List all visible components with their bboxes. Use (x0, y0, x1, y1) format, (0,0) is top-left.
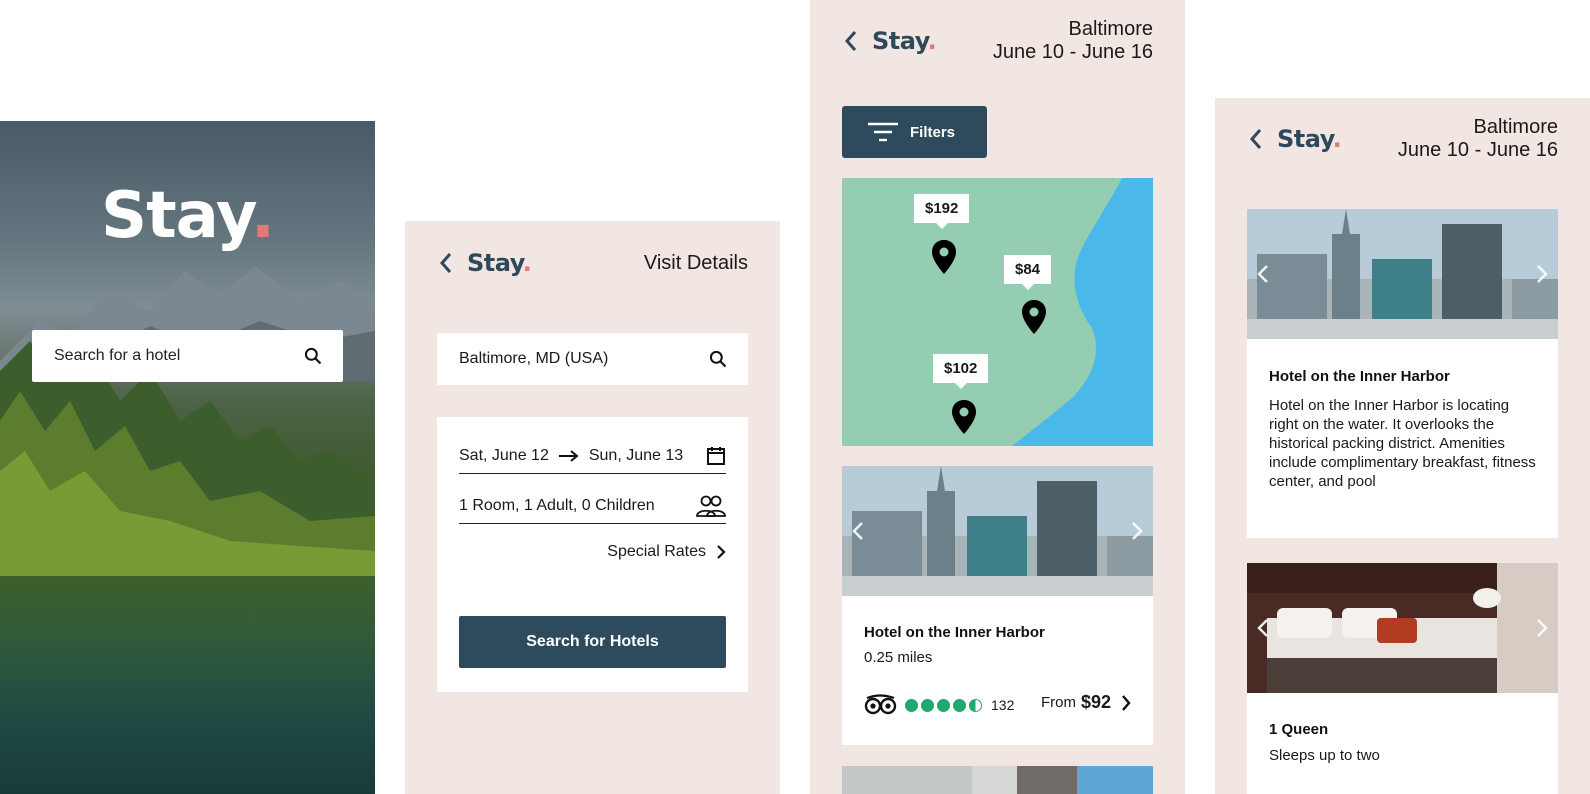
header: Stay. Baltimore June 10 - June 16 (840, 16, 1153, 66)
hotel-photo (1247, 209, 1558, 339)
start-date: Sat, June 12 (459, 447, 549, 464)
from-label: From (1040, 694, 1076, 711)
tripadvisor-owl-icon (864, 694, 897, 715)
back-icon[interactable] (435, 252, 457, 274)
hotel-photo (842, 766, 1153, 794)
people-icon[interactable] (696, 495, 726, 517)
back-icon[interactable] (840, 30, 862, 52)
hotel-detail-screen: Stay. Baltimore June 10 - June 16 Hotel … (1215, 98, 1590, 794)
room-card[interactable]: 1 Queen Sleeps up to two (1247, 563, 1558, 794)
map-pin-icon[interactable] (931, 240, 957, 274)
hotel-map[interactable]: $192 $84 $102 (842, 178, 1153, 446)
hotel-price: $92 (1080, 692, 1111, 712)
chevron-right-icon (1122, 694, 1131, 711)
app-logo: Stay. (872, 27, 937, 55)
header: Stay. Visit Details (435, 243, 748, 283)
hotel-result-card[interactable]: Hotel on the Inner Harbor 0.25 miles 132… (842, 466, 1153, 745)
hotel-rating: 132 (864, 694, 1014, 716)
page-title: Visit Details (643, 251, 748, 274)
arrow-right-icon (558, 450, 579, 462)
filters-button[interactable]: Filters (842, 106, 987, 158)
map-pin-icon[interactable] (951, 400, 977, 434)
hotel-search-input[interactable]: Search for a hotel (32, 330, 343, 382)
rating-dot-icon (937, 698, 950, 712)
trip-summary: Baltimore June 10 - June 16 (993, 18, 1153, 64)
back-icon[interactable] (1245, 128, 1267, 150)
date-range: June 10 - June 16 (992, 41, 1153, 63)
hotel-description: Hotel on the Inner Harbor is locating ri… (1269, 397, 1536, 490)
search-hotels-button[interactable]: Search for Hotels (459, 616, 726, 668)
visit-details-screen: Stay. Visit Details Baltimore, MD (USA) … (405, 221, 780, 794)
app-logo: Stay. (100, 179, 275, 253)
chevron-right-icon[interactable] (1530, 263, 1552, 285)
guests-field[interactable]: 1 Room, 1 Adult, 0 Children (459, 489, 726, 524)
hotel-name: Hotel on the Inner Harbor (864, 624, 1045, 641)
special-rates-link[interactable]: Special Rates (607, 543, 726, 561)
chevron-left-icon[interactable] (1253, 617, 1275, 639)
filter-icon (868, 122, 898, 142)
map-pin-icon[interactable] (1021, 300, 1047, 334)
hotel-distance: 0.25 miles (864, 649, 933, 666)
special-rates-label: Special Rates (607, 543, 706, 560)
location-search-input[interactable]: Baltimore, MD (USA) (437, 333, 748, 385)
hotel-name: Hotel on the Inner Harbor (1269, 368, 1450, 385)
chevron-right-icon (717, 545, 726, 559)
search-icon[interactable] (303, 346, 323, 366)
trip-summary: Baltimore June 10 - June 16 (1398, 116, 1558, 162)
app-logo: Stay. (467, 249, 532, 277)
chevron-right-icon[interactable] (1530, 617, 1552, 639)
city: Baltimore (1473, 116, 1558, 138)
room-capacity: Sleeps up to two (1269, 747, 1380, 764)
hotel-info-card: Hotel on the Inner Harbor Hotel on the I… (1247, 209, 1558, 538)
price-link[interactable]: From $92 (1041, 692, 1131, 713)
next-hotel-card[interactable] (842, 766, 1153, 794)
landing-screen: Stay. Search for a hotel (0, 121, 375, 794)
map-price-tag[interactable]: $102 (933, 354, 989, 389)
calendar-icon[interactable] (706, 446, 726, 466)
rating-dot-icon (905, 698, 918, 712)
results-screen: Stay. Baltimore June 10 - June 16 Filter… (810, 0, 1185, 794)
city: Baltimore (1068, 18, 1153, 40)
search-placeholder: Search for a hotel (54, 347, 181, 364)
review-count: 132 (991, 697, 1015, 713)
chevron-left-icon[interactable] (1253, 263, 1275, 285)
booking-form: Sat, June 12 Sun, June 13 1 Room, 1 Adul… (437, 417, 748, 692)
date-range-field[interactable]: Sat, June 12 Sun, June 13 (459, 439, 726, 474)
search-icon[interactable] (708, 349, 728, 369)
room-photo (1247, 563, 1558, 693)
app-logo: Stay. (1277, 125, 1342, 153)
map-price-tag[interactable]: $84 (1004, 255, 1052, 290)
chevron-right-icon[interactable] (1125, 520, 1147, 542)
room-name: 1 Queen (1269, 721, 1329, 738)
guests-value: 1 Room, 1 Adult, 0 Children (459, 497, 655, 514)
rating-dot-icon (953, 698, 966, 712)
filters-label: Filters (910, 123, 956, 141)
rating-half-dot-icon (969, 698, 982, 712)
chevron-left-icon[interactable] (848, 520, 870, 542)
lake-image (0, 576, 375, 794)
hotel-photo (842, 466, 1153, 596)
header: Stay. Baltimore June 10 - June 16 (1245, 114, 1558, 164)
date-range: June 10 - June 16 (1397, 139, 1558, 161)
map-background (842, 178, 1153, 446)
location-value: Baltimore, MD (USA) (459, 350, 609, 367)
end-date: Sun, June 13 (588, 447, 684, 464)
rating-dot-icon (921, 698, 934, 712)
map-price-tag[interactable]: $192 (914, 194, 970, 229)
